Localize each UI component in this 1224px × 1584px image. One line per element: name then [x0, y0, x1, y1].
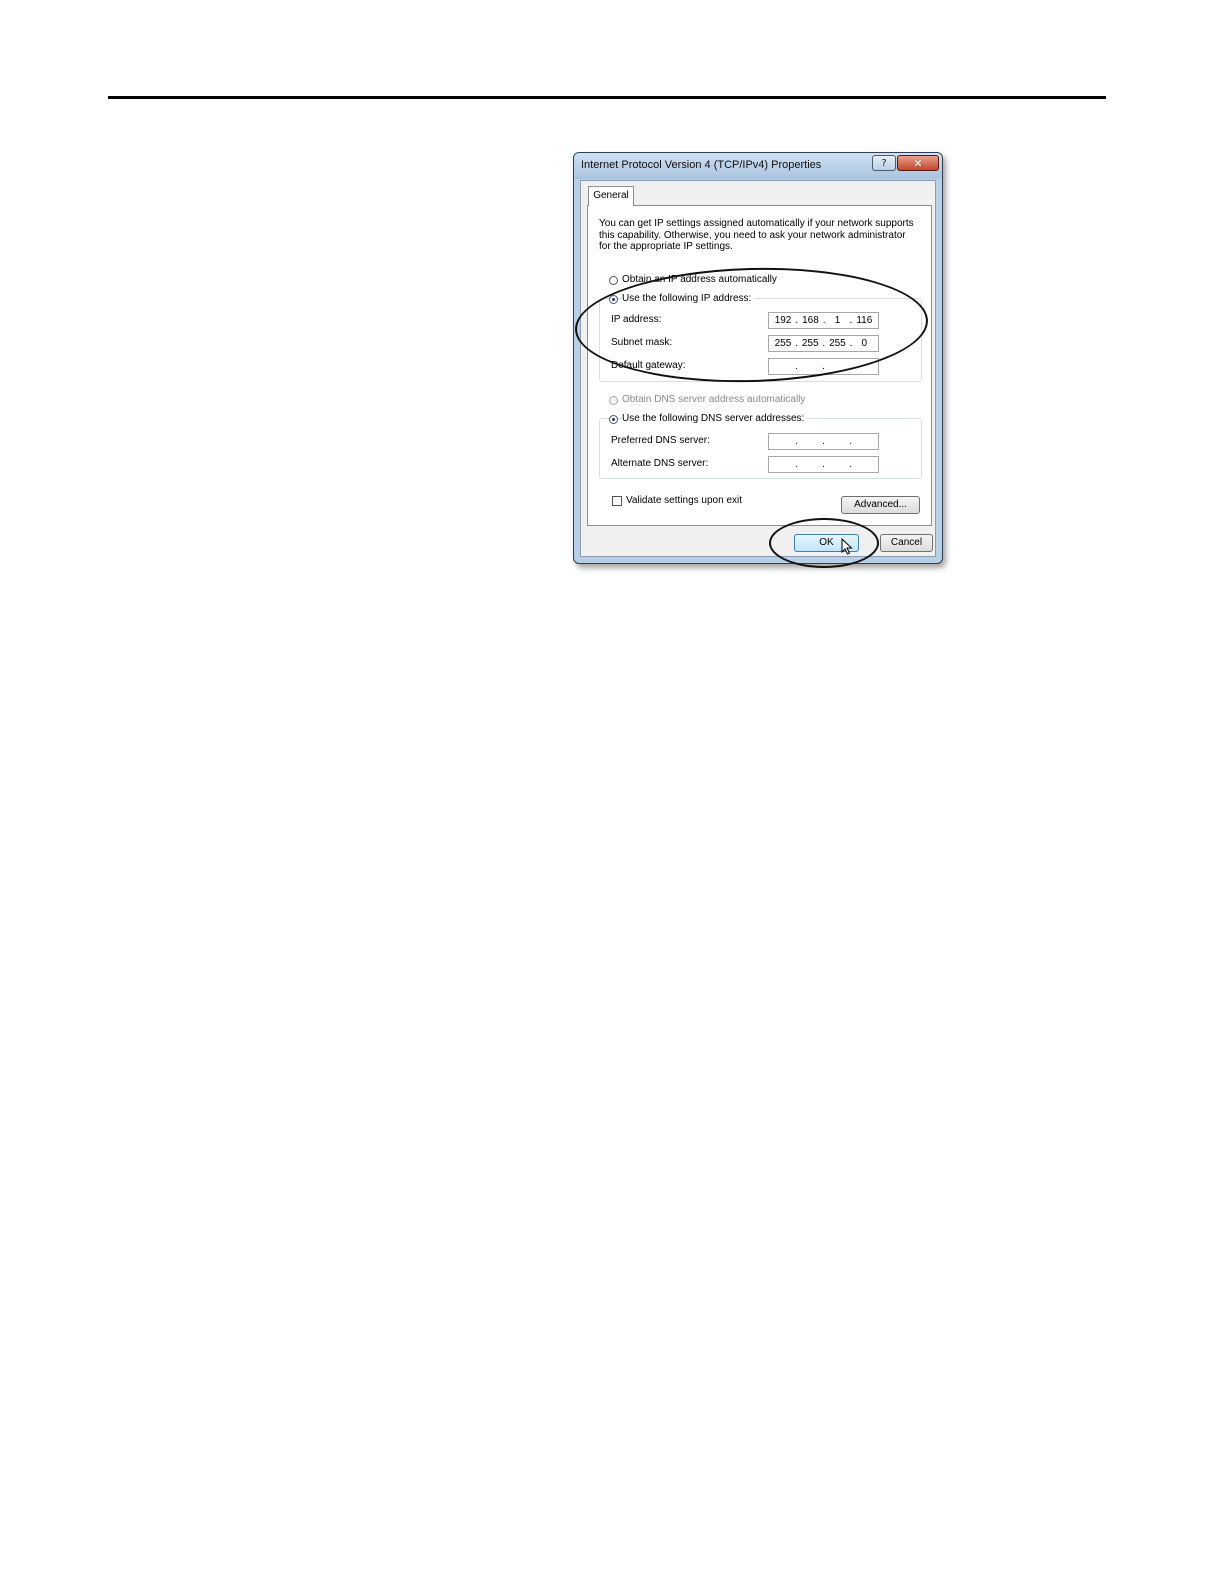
use-following-dns-label: Use the following DNS server addresses: — [622, 413, 808, 424]
general-tab-panel: You can get IP settings assigned automat… — [587, 205, 932, 526]
ip-address-input[interactable]: 192. 168. 1. 116 — [768, 312, 879, 329]
default-gateway-input[interactable]: ... — [768, 358, 879, 375]
alternate-dns-input[interactable]: ... — [768, 456, 879, 473]
tab-general[interactable]: General — [588, 186, 634, 206]
advanced-button[interactable]: Advanced... — [841, 496, 920, 514]
obtain-dns-auto-label: Obtain DNS server address automatically — [622, 394, 806, 405]
title-bar[interactable]: Internet Protocol Version 4 (TCP/IPv4) P… — [574, 153, 942, 179]
mouse-pointer-icon — [841, 538, 853, 555]
validate-settings-label: Validate settings upon exit — [626, 495, 743, 506]
validate-settings-checkbox[interactable] — [612, 496, 622, 506]
subnet-mask-input[interactable]: 255. 255. 255. 0 — [768, 335, 879, 352]
radio-obtain-dns-auto[interactable] — [609, 396, 618, 405]
tcpip-properties-dialog: Internet Protocol Version 4 (TCP/IPv4) P… — [573, 152, 943, 564]
preferred-dns-input[interactable]: ... — [768, 433, 879, 450]
page-top-rule — [108, 96, 1106, 99]
close-button[interactable]: ✕ — [897, 155, 939, 171]
alternate-dns-label: Alternate DNS server: — [611, 458, 709, 469]
ip-address-label: IP address: — [611, 314, 662, 325]
dialog-client-area: General You can get IP settings assigned… — [580, 180, 936, 557]
help-button[interactable]: ? — [872, 155, 896, 171]
subnet-mask-label: Subnet mask: — [611, 337, 673, 348]
intro-text: You can get IP settings assigned automat… — [599, 218, 914, 252]
radio-use-following-ip[interactable] — [609, 295, 618, 304]
use-following-ip-label: Use the following IP address: — [622, 293, 755, 304]
default-gateway-label: Default gateway: — [611, 360, 686, 371]
obtain-ip-auto-label: Obtain an IP address automatically — [622, 274, 777, 285]
radio-use-following-dns[interactable] — [609, 415, 618, 424]
dialog-title: Internet Protocol Version 4 (TCP/IPv4) P… — [581, 159, 822, 171]
cancel-button[interactable]: Cancel — [880, 534, 933, 552]
radio-obtain-ip-auto[interactable] — [609, 276, 618, 285]
preferred-dns-label: Preferred DNS server: — [611, 435, 710, 446]
